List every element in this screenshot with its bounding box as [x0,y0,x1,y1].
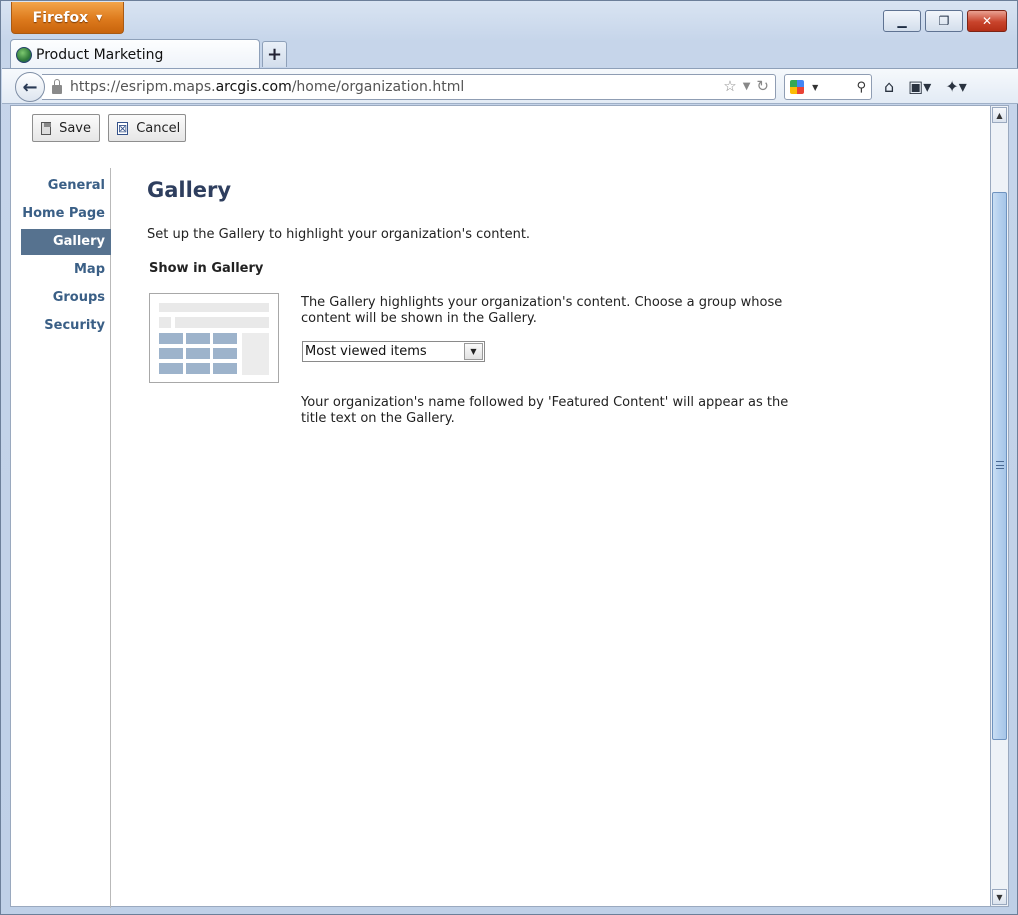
url-path: /home/organization.html [291,79,465,95]
save-button[interactable]: Save [32,114,100,142]
window-controls: ▁ ❐ ✕ [883,10,1007,32]
firefox-menu-label: Firefox [32,9,89,26]
url-bar-icons: ☆ ▼ ↻ [723,77,769,97]
home-icon[interactable]: ⌂ [884,77,894,96]
back-button[interactable]: ← [15,72,45,102]
thumbnail-cell [159,333,183,344]
thumbnail-cell [213,348,237,359]
sidebar-item-groups[interactable]: Groups [21,285,111,311]
history-dropdown-icon[interactable]: ▼ [743,77,751,97]
minimize-button[interactable]: ▁ [883,10,921,32]
page-content: Save ⊠ Cancel General Home Page Gallery … [10,105,991,908]
settings-sidebar: General Home Page Gallery Map Groups Sec… [11,168,111,908]
section-heading: Show in Gallery [149,261,264,276]
thumbnail-bar [159,317,171,328]
thumbnail-bar [175,317,269,328]
thumbnail-cell [213,333,237,344]
sidebar-item-gallery[interactable]: Gallery [21,229,111,255]
chevron-down-icon[interactable]: ▼ [464,343,483,360]
save-button-label: Save [59,120,91,136]
restore-icon: ❐ [938,14,950,28]
url-prefix: https://esripm.maps. [70,79,216,95]
gallery-description: The Gallery highlights your organization… [301,295,783,326]
floppy-disk-icon [41,121,52,135]
cancel-button-label: Cancel [136,120,181,136]
thumbnail-cell [159,363,183,374]
navigation-toolbar: https://esripm.maps. arcgis.com/home/orga… [2,68,1018,104]
browser-window: Firefox ▼ ▁ ❐ ✕ Product Marketing + http… [0,0,1018,915]
back-arrow-icon: ← [22,76,38,98]
close-window-button[interactable]: ✕ [967,10,1007,32]
url-domain: arcgis.com [215,79,292,95]
cancel-button[interactable]: ⊠ Cancel [108,114,186,142]
gallery-group-select-value: Most viewed items [305,344,427,359]
search-bar[interactable]: ▼ ⚲ [784,74,872,100]
reload-icon[interactable]: ↻ [756,77,769,97]
search-engine-icon[interactable] [790,80,804,94]
url-bar[interactable]: https://esripm.maps. arcgis.com/home/orga… [42,74,776,100]
thumbnail-cell [186,333,210,344]
scrollbar-grip-icon [996,461,1004,469]
new-tab-button[interactable]: + [262,41,287,67]
bookmarks-menu-icon[interactable]: ▣▾ [908,77,931,96]
restore-button[interactable]: ❐ [925,10,963,32]
vertical-scrollbar[interactable]: ▲ ▼ [990,105,1009,907]
thumbnail-cell [186,363,210,374]
tab-title: Product Marketing [36,46,164,63]
globe-icon [16,46,32,63]
thumbnail-side-panel [242,333,269,375]
plus-icon: + [266,44,283,65]
minimize-icon: ▁ [897,14,907,28]
scroll-down-arrow-icon[interactable]: ▼ [992,889,1007,905]
scrollbar-thumb[interactable] [992,192,1007,740]
scroll-up-arrow-icon[interactable]: ▲ [992,107,1007,123]
thumbnail-cell [213,363,237,374]
sidebar-item-map[interactable]: Map [21,257,111,283]
cancel-x-icon: ⊠ [117,121,129,135]
intro-text: Set up the Gallery to highlight your org… [147,227,531,242]
bookmark-star-icon[interactable]: ☆ [723,77,736,97]
thumbnail-cell [159,348,183,359]
thumbnail-cell [186,348,210,359]
gallery-group-select[interactable]: Most viewed items ▼ [302,341,485,362]
thumbnail-header-bar [159,303,269,312]
addon-icon[interactable]: ✦▾ [945,77,966,96]
chevron-down-icon: ▼ [96,13,103,22]
tab-product-marketing[interactable]: Product Marketing [10,39,260,69]
close-icon: ✕ [981,14,993,28]
search-engine-dropdown-icon[interactable]: ▼ [812,83,818,92]
sidebar-item-security[interactable]: Security [21,313,111,339]
page-title: Gallery [147,178,232,202]
gallery-title-note: Your organization's name followed by 'Fe… [301,395,789,426]
toolbar-icons: ⌂ ▣▾ ✦▾ [884,77,967,96]
lock-icon [52,78,62,94]
firefox-menu-button[interactable]: Firefox ▼ [11,2,124,34]
sidebar-item-home-page[interactable]: Home Page [21,201,111,227]
sidebar-item-general[interactable]: General [21,173,111,199]
gallery-layout-thumbnail [149,293,279,383]
search-icon[interactable]: ⚲ [856,80,866,95]
